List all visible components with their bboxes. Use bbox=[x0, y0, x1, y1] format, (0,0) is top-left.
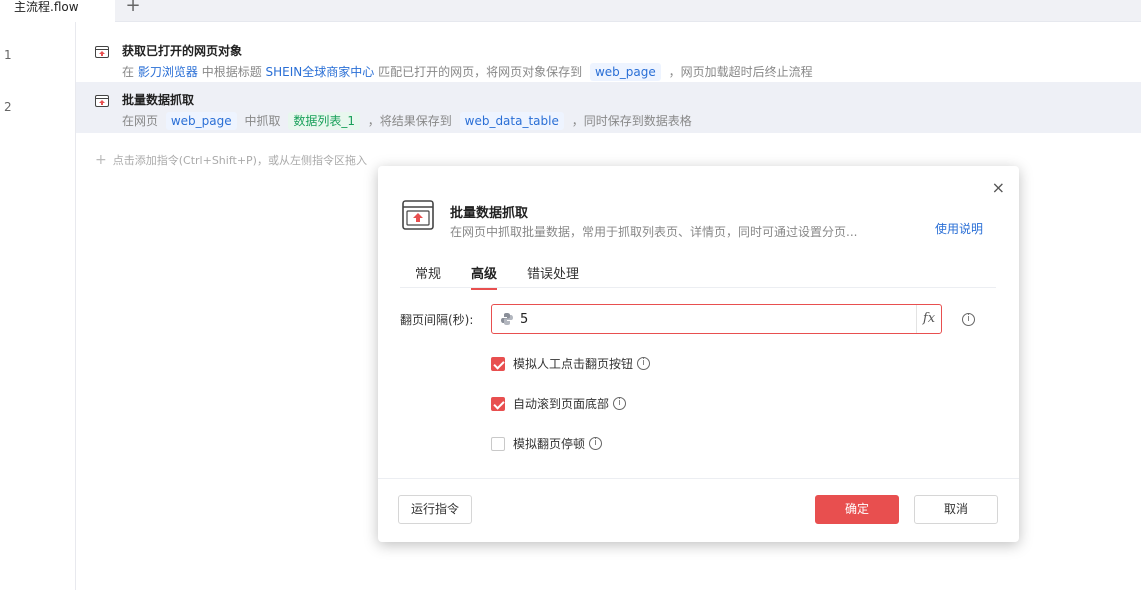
page-title-keyword: SHEIN全球商家中心 bbox=[265, 65, 375, 79]
tab-error-handling[interactable]: 错误处理 bbox=[527, 263, 579, 288]
instruction-dialog: × 批量数据抓取 在网页中抓取批量数据，常用于抓取列表页、详情页，同时可通过设置… bbox=[378, 166, 1019, 542]
info-icon[interactable]: i bbox=[962, 313, 975, 326]
browser-keyword: 影刀浏览器 bbox=[137, 65, 198, 79]
interval-label: 翻页间隔(秒): bbox=[400, 313, 474, 327]
footer-divider bbox=[378, 478, 1019, 479]
browser-window-icon bbox=[402, 200, 434, 230]
python-icon bbox=[501, 313, 513, 325]
checkbox-label: 模拟人工点击翻页按钮 bbox=[513, 357, 634, 371]
confirm-button[interactable]: 确定 bbox=[815, 495, 899, 524]
checkbox-unchecked[interactable] bbox=[491, 436, 505, 451]
step-description: 在网页 web_page 中抓取 数据列表_1 ，将结果保存到 web_data… bbox=[122, 112, 692, 130]
cancel-button[interactable]: 取消 bbox=[914, 495, 998, 524]
dialog-description: 在网页中抓取批量数据，常用于抓取列表页、详情页，同时可通过设置分页... bbox=[450, 225, 858, 239]
info-icon[interactable]: i bbox=[613, 397, 627, 410]
step-title: 获取已打开的网页对象 bbox=[122, 44, 243, 58]
checkbox-row[interactable]: 模拟人工点击翻页按钮 i bbox=[491, 355, 651, 372]
tab-advanced[interactable]: 高级 bbox=[471, 263, 498, 290]
tab-main-flow[interactable]: 主流程.flow bbox=[0, 0, 115, 22]
line-number: 1 bbox=[4, 48, 12, 62]
flow-step-row[interactable]: 获取已打开的网页对象 在 影刀浏览器 中根据标题 SHEIN全球商家中心 匹配已… bbox=[76, 33, 1141, 84]
line-number: 2 bbox=[4, 100, 12, 114]
desc-text: 在 bbox=[122, 65, 135, 79]
desc-text: 在网页 bbox=[122, 114, 159, 128]
info-icon[interactable]: i bbox=[589, 437, 603, 450]
plus-icon: + bbox=[95, 152, 107, 168]
add-instruction-hint[interactable]: + 点击添加指令(Ctrl+Shift+P)，或从左侧指令区拖入 bbox=[95, 152, 367, 168]
add-tab-button[interactable]: + bbox=[124, 0, 142, 16]
desc-text: ，将结果保存到 bbox=[367, 114, 452, 128]
element-tag[interactable]: 数据列表_1 bbox=[288, 112, 360, 130]
tab-bar: 主流程.flow + bbox=[0, 0, 1141, 22]
help-link[interactable]: 使用说明 bbox=[935, 220, 983, 237]
browser-window-icon bbox=[95, 46, 109, 58]
step-description: 在 影刀浏览器 中根据标题 SHEIN全球商家中心 匹配已打开的网页，将网页对象… bbox=[122, 63, 813, 81]
browser-window-icon bbox=[95, 95, 109, 107]
variable-tag[interactable]: web_page bbox=[589, 63, 661, 81]
run-instruction-button[interactable]: 运行指令 bbox=[398, 495, 472, 524]
checkbox-row[interactable]: 模拟翻页停顿 i bbox=[491, 435, 603, 452]
close-icon[interactable]: × bbox=[992, 178, 1005, 197]
flow-step-row-selected[interactable]: 批量数据抓取 在网页 web_page 中抓取 数据列表_1 ，将结果保存到 w… bbox=[76, 82, 1141, 133]
add-hint-text: 点击添加指令(Ctrl+Shift+P)，或从左侧指令区拖入 bbox=[112, 154, 367, 167]
interval-input[interactable] bbox=[520, 309, 900, 329]
tab-general[interactable]: 常规 bbox=[415, 263, 441, 288]
dialog-tabs: 常规 高级 错误处理 bbox=[400, 261, 996, 290]
checkbox-label: 自动滚到页面底部 bbox=[513, 397, 610, 411]
variable-tag[interactable]: web_page bbox=[165, 112, 237, 130]
dialog-title: 批量数据抓取 bbox=[450, 206, 529, 221]
step-title: 批量数据抓取 bbox=[122, 93, 195, 107]
checkbox-checked[interactable] bbox=[491, 396, 505, 411]
fx-button[interactable]: fx bbox=[916, 305, 941, 333]
desc-text: ，网页加载超时后终止流程 bbox=[668, 65, 813, 79]
variable-tag[interactable]: web_data_table bbox=[459, 112, 564, 130]
desc-text: 中抓取 bbox=[244, 114, 281, 128]
line-number-gutter: 1 2 bbox=[0, 22, 76, 590]
info-icon[interactable]: i bbox=[637, 357, 651, 370]
desc-text: 中根据标题 bbox=[201, 65, 262, 79]
desc-text: 匹配已打开的网页，将网页对象保存到 bbox=[378, 65, 583, 79]
checkbox-checked[interactable] bbox=[491, 356, 505, 371]
desc-text: ，同时保存到数据表格 bbox=[571, 114, 692, 128]
interval-field[interactable]: fx bbox=[491, 304, 942, 334]
checkbox-label: 模拟翻页停顿 bbox=[513, 437, 586, 451]
checkbox-row[interactable]: 自动滚到页面底部 i bbox=[491, 395, 627, 412]
